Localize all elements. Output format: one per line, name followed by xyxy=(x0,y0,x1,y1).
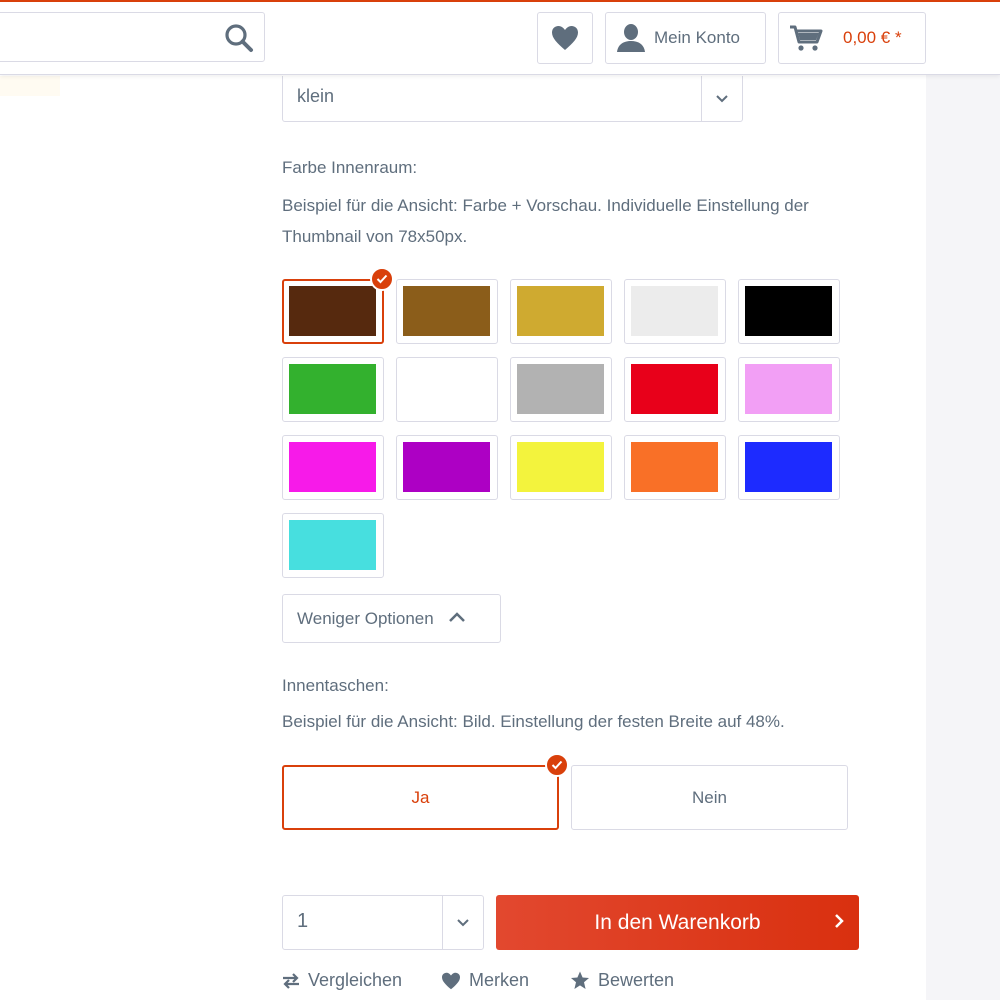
less-options-button[interactable]: Weniger Optionen xyxy=(282,594,501,643)
color-swatch[interactable] xyxy=(510,357,612,422)
star-icon xyxy=(571,971,589,989)
swatch-color-fill xyxy=(631,442,718,492)
color-swatch[interactable] xyxy=(624,357,726,422)
option-label: Ja xyxy=(411,787,430,807)
search-input[interactable] xyxy=(0,12,265,62)
heart-icon xyxy=(442,972,460,989)
add-to-cart-button[interactable]: In den Warenkorb xyxy=(496,895,859,950)
swatch-color-fill xyxy=(631,364,718,414)
color-swatch[interactable] xyxy=(738,279,840,344)
swatch-color-fill xyxy=(403,286,490,336)
check-icon xyxy=(370,267,394,291)
swatch-color-fill xyxy=(289,286,376,336)
quantity-select[interactable]: 1 xyxy=(282,895,484,950)
search-icon xyxy=(225,24,253,52)
color-swatch[interactable] xyxy=(738,435,840,500)
less-options-label: Weniger Optionen xyxy=(297,608,434,628)
compare-link[interactable]: Vergleichen xyxy=(282,970,402,991)
swatch-color-fill xyxy=(517,364,604,414)
account-button[interactable]: Mein Konto xyxy=(605,12,766,64)
color-swatch[interactable] xyxy=(396,357,498,422)
swatch-color-fill xyxy=(289,442,376,492)
left-content-edge xyxy=(0,76,60,96)
compare-label: Vergleichen xyxy=(308,970,403,990)
chevron-down-icon xyxy=(442,896,483,949)
add-to-cart-label: In den Warenkorb xyxy=(594,910,761,934)
user-icon xyxy=(617,24,645,52)
cart-button[interactable]: 0,00 € * xyxy=(778,12,926,64)
account-label: Mein Konto xyxy=(654,28,740,47)
swatch-color-fill xyxy=(403,442,490,492)
color-swatch[interactable] xyxy=(624,279,726,344)
swatch-color-fill xyxy=(517,286,604,336)
chevron-right-icon xyxy=(833,912,845,936)
cart-amount: 0,00 € * xyxy=(843,28,902,47)
option-nein[interactable]: Nein xyxy=(571,765,848,830)
swatch-color-fill xyxy=(745,364,832,414)
color-swatch[interactable] xyxy=(282,435,384,500)
size-select-value: klein xyxy=(297,86,335,106)
color-swatch[interactable] xyxy=(510,279,612,344)
size-select[interactable]: klein xyxy=(282,76,743,122)
quantity-value: 1 xyxy=(297,910,309,932)
swatch-color-fill xyxy=(403,364,490,414)
pockets-label: Innentaschen: xyxy=(282,676,389,695)
interior-color-label: Farbe Innenraum: xyxy=(282,158,418,177)
compare-icon xyxy=(283,972,299,989)
wishlist-button[interactable] xyxy=(537,12,593,64)
right-gutter xyxy=(926,74,1000,1000)
interior-color-description: Beispiel für die Ansicht: Farbe + Vorsch… xyxy=(282,196,809,246)
swatch-color-fill xyxy=(631,286,718,336)
color-swatch[interactable] xyxy=(282,267,394,344)
swatch-color-fill xyxy=(745,442,832,492)
rate-link[interactable]: Bewerten xyxy=(570,970,674,991)
remember-label: Merken xyxy=(469,970,530,990)
rate-label: Bewerten xyxy=(598,970,675,990)
chevron-up-icon xyxy=(448,610,466,628)
color-swatch[interactable] xyxy=(396,435,498,500)
pockets-description: Beispiel für die Ansicht: Bild. Einstell… xyxy=(282,712,785,731)
color-swatch[interactable] xyxy=(282,513,384,578)
chevron-down-icon xyxy=(701,76,742,121)
search-button[interactable] xyxy=(224,23,254,53)
color-swatch[interactable] xyxy=(282,357,384,422)
cart-icon xyxy=(790,25,823,51)
heart-icon xyxy=(552,26,578,50)
swatch-color-fill xyxy=(517,442,604,492)
option-label: Nein xyxy=(692,787,727,807)
color-swatch[interactable] xyxy=(510,435,612,500)
color-swatch[interactable] xyxy=(624,435,726,500)
option-ja[interactable]: Ja xyxy=(282,753,569,830)
color-swatch[interactable] xyxy=(396,279,498,344)
swatch-color-fill xyxy=(289,520,376,570)
swatch-color-fill xyxy=(745,286,832,336)
site-header: Mein Konto 0,00 € * xyxy=(0,2,1000,75)
check-icon xyxy=(545,753,569,777)
color-swatch[interactable] xyxy=(738,357,840,422)
remember-link[interactable]: Merken xyxy=(441,970,529,991)
swatch-color-fill xyxy=(289,364,376,414)
